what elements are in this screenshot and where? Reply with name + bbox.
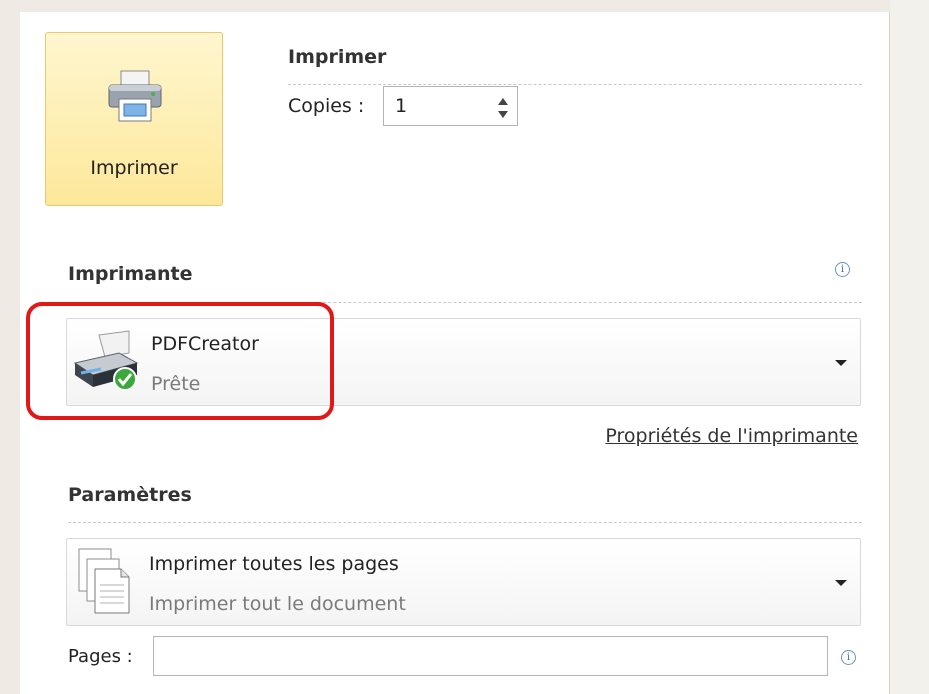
pages-range-dropdown[interactable]: Imprimer toutes les pages Imprimer tout … — [66, 538, 861, 626]
settings-section-title: Paramètres — [68, 484, 192, 506]
copies-stepper[interactable]: 1 — [383, 86, 518, 126]
copies-label: Copies : — [288, 95, 365, 117]
printer-icon — [108, 70, 162, 122]
print-section-title: Imprimer — [288, 46, 387, 68]
increment-arrow-icon[interactable] — [497, 95, 509, 107]
print-button[interactable]: Imprimer — [45, 32, 223, 206]
chevron-down-icon — [835, 360, 847, 366]
pages-stack-icon — [78, 548, 130, 614]
preview-area-edge — [890, 0, 929, 694]
pages-option-title: Imprimer toutes les pages — [149, 553, 399, 575]
pages-input[interactable] — [153, 636, 828, 676]
copies-value: 1 — [395, 95, 408, 117]
divider — [68, 522, 862, 523]
pages-option-description: Imprimer tout le document — [149, 593, 406, 615]
divider — [288, 84, 862, 85]
printer-section-title: Imprimante — [68, 263, 193, 285]
decrement-arrow-icon[interactable] — [497, 109, 509, 121]
printer-properties-link[interactable]: Propriétés de l'imprimante — [605, 425, 858, 447]
highlight-annotation — [26, 302, 334, 420]
info-icon[interactable]: i — [841, 650, 856, 665]
chevron-down-icon — [835, 580, 847, 586]
info-icon[interactable]: i — [835, 262, 850, 277]
pages-label: Pages : — [68, 646, 133, 667]
print-button-label: Imprimer — [90, 157, 178, 179]
